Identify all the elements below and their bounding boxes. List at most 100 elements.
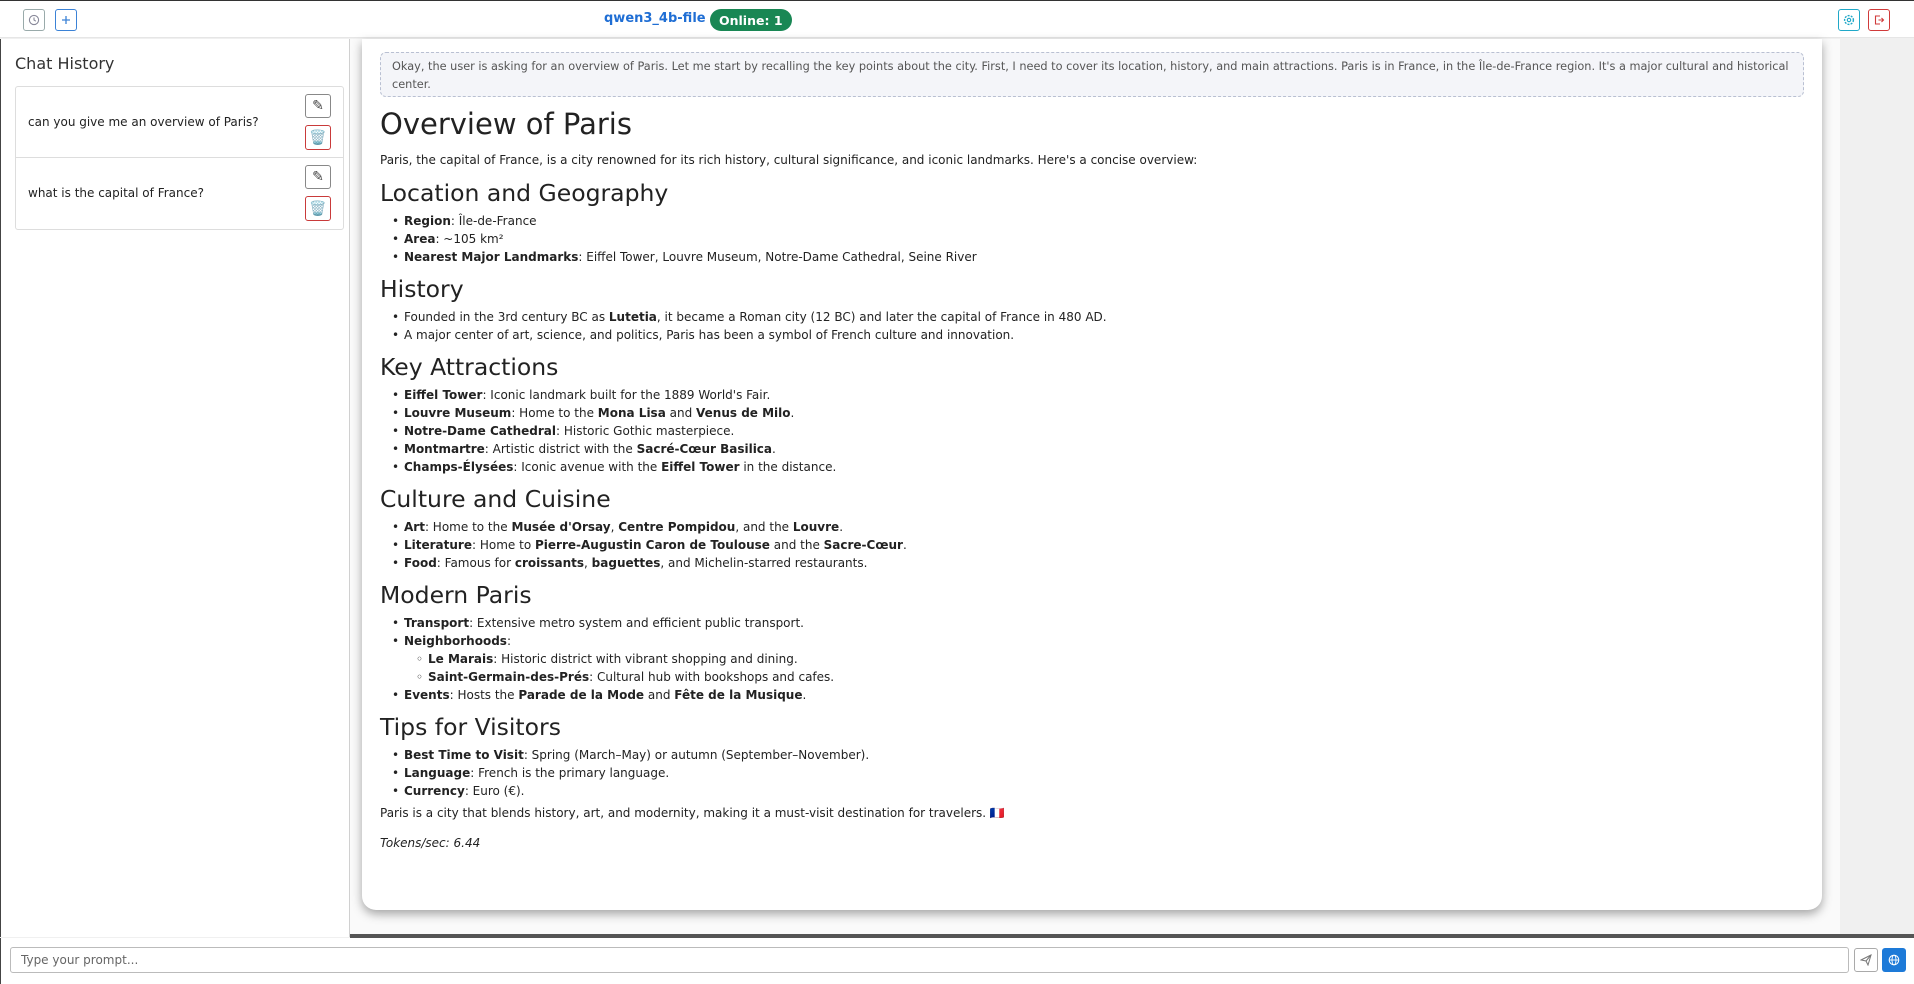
list-item: Transport: Extensive metro system and ef… [392, 614, 1804, 632]
bullet-list: Founded in the 3rd century BC as Lutetia… [380, 308, 1804, 344]
thinking-box: Okay, the user is asking for an overview… [380, 52, 1804, 97]
message-intro: Paris, the capital of France, is a city … [380, 153, 1198, 167]
section-heading: Tips for Visitors [380, 713, 561, 741]
list-item: Region: Île-de-France [392, 212, 1804, 230]
sidebar: Chat History can you give me an overview… [0, 39, 350, 937]
bold-text: Lutetia [608, 310, 657, 324]
text-span: in the distance. [739, 460, 837, 474]
logout-icon [1874, 15, 1885, 25]
bold-text: Musée d'Orsay [511, 520, 611, 534]
text-span: . [839, 520, 844, 534]
chat-scroll-area: Okay, the user is asking for an overview… [350, 39, 1840, 937]
trash-icon: 🗑️ [309, 129, 327, 146]
text-span: . [790, 406, 795, 420]
history-item-label[interactable]: can you give me an overview of Paris? [28, 115, 259, 129]
chat-area: Okay, the user is asking for an overview… [350, 39, 1914, 937]
bold-text: Region [404, 214, 451, 228]
text-span: : Historic district with vibrant shoppin… [493, 652, 798, 666]
list-item: Eiffel Tower: Iconic landmark built for … [392, 386, 1804, 404]
bold-text: Area [404, 232, 436, 246]
bold-text: Sacre-Cœur [823, 538, 903, 552]
section-heading: Culture and Cuisine [380, 485, 611, 513]
delete-button[interactable]: 🗑️ [305, 196, 331, 221]
delete-button[interactable]: 🗑️ [305, 125, 331, 150]
bold-text: Eiffel Tower [661, 460, 740, 474]
section-heading: Modern Paris [380, 581, 532, 609]
text-span: . [772, 442, 776, 456]
text-span: Founded in the 3rd century BC as [404, 310, 609, 324]
text-span: : Hosts the [449, 688, 519, 702]
list-item: Literature: Home to Pierre-Augustin Caro… [392, 536, 1804, 554]
list-item: Events: Hosts the Parade de la Mode and … [392, 686, 1804, 704]
bold-text: Pierre-Augustin Caron de Toulouse [534, 538, 770, 552]
list-item: Currency: Euro (€). [392, 782, 1804, 800]
globe-icon [1888, 954, 1900, 966]
list-item: Art: Home to the Musée d'Orsay, Centre P… [392, 518, 1804, 536]
send-button[interactable] [1854, 948, 1878, 972]
text-span: : Iconic landmark built for the 1889 Wor… [482, 388, 771, 402]
history-item-label[interactable]: what is the capital of France? [28, 186, 204, 200]
bullet-list: Region: Île-de-FranceArea: ~105 km²Neare… [380, 212, 1804, 266]
text-span: , it became a Roman city (12 BC) and lat… [656, 310, 1107, 324]
text-span: : Euro (€). [464, 784, 525, 798]
bullet-list: Transport: Extensive metro system and ef… [380, 614, 1804, 704]
text-span: : [506, 634, 511, 648]
list-item: Food: Famous for croissants, baguettes, … [392, 554, 1804, 572]
pencil-icon: ✎ [312, 169, 324, 185]
history-icon [28, 14, 40, 26]
settings-button[interactable] [1838, 9, 1860, 31]
text-span: : Historic Gothic masterpiece. [555, 424, 735, 438]
text-span: . [902, 538, 907, 552]
history-item[interactable]: what is the capital of France? ✎ 🗑️ [16, 158, 343, 229]
bold-text: Food [404, 556, 437, 570]
history-item[interactable]: can you give me an overview of Paris? ✎ … [16, 87, 343, 158]
message-sections: Location and Geography Region: Île-de-Fra… [380, 179, 1804, 800]
bold-text: Art [404, 520, 425, 534]
list-item: Champs-Élysées: Iconic avenue with the E… [392, 458, 1804, 476]
bullet-list: Art: Home to the Musée d'Orsay, Centre P… [380, 518, 1804, 572]
bold-text: Nearest Major Landmarks [404, 250, 579, 264]
bold-text: Literature [404, 538, 472, 552]
chat-history-list: can you give me an overview of Paris? ✎ … [15, 86, 344, 230]
plus-icon [62, 16, 70, 24]
text-span: : Iconic avenue with the [513, 460, 662, 474]
bold-text: Sacré-Cœur Basilica [636, 442, 773, 456]
sidebar-title: Chat History [15, 54, 115, 73]
text-span: and [644, 688, 675, 702]
bold-text: Saint-Germain-des-Prés [428, 670, 590, 684]
prompt-input[interactable] [10, 947, 1849, 973]
bold-text: Louvre Museum [404, 406, 512, 420]
top-bar: qwen3_4b-file Online: 1 [0, 0, 1914, 38]
edit-button[interactable]: ✎ [305, 165, 331, 189]
section-heading: History [380, 275, 464, 303]
list-item: Neighborhoods: Le Marais: Historic distri… [392, 632, 1804, 686]
bold-text: croissants [514, 556, 585, 570]
new-chat-button[interactable] [55, 9, 77, 31]
text-span: . [802, 688, 807, 702]
bold-text: baguettes [591, 556, 661, 570]
bold-text: Events [404, 688, 450, 702]
list-item: A major center of art, science, and poli… [392, 326, 1804, 344]
bold-text: Mona Lisa [597, 406, 666, 420]
text-span: and the [769, 538, 824, 552]
bold-text: Centre Pompidou [618, 520, 736, 534]
model-name[interactable]: qwen3_4b-file [604, 11, 706, 26]
list-item: Montmartre: Artistic district with the S… [392, 440, 1804, 458]
history-button[interactable] [23, 9, 45, 31]
edit-button[interactable]: ✎ [305, 94, 331, 118]
logout-button[interactable] [1868, 9, 1890, 31]
bold-text: Le Marais [428, 652, 494, 666]
text-span: A major center of art, science, and poli… [404, 328, 1015, 342]
message-closing: Paris is a city that blends history, art… [380, 806, 1005, 820]
list-item: Notre-Dame Cathedral: Historic Gothic ma… [392, 422, 1804, 440]
list-item: Saint-Germain-des-Prés: Cultural hub wit… [416, 668, 1804, 686]
bold-text: Eiffel Tower [404, 388, 483, 402]
list-item: Le Marais: Historic district with vibran… [416, 650, 1804, 668]
text-span: : Home to [472, 538, 535, 552]
bold-text: Transport [404, 616, 470, 630]
web-search-button[interactable] [1882, 948, 1906, 972]
text-span: : Artistic district with the [484, 442, 637, 456]
text-span: and [665, 406, 697, 420]
bold-text: Parade de la Mode [518, 688, 645, 702]
text-span: : Extensive metro system and efficient p… [469, 616, 804, 630]
